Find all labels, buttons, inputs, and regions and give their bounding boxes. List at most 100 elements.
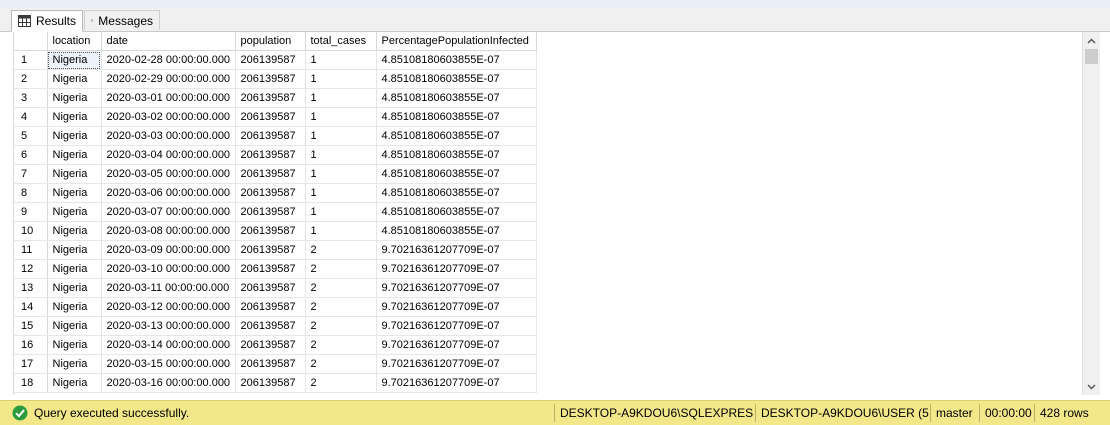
cell-total-cases[interactable]: 2 (305, 335, 377, 355)
table-row[interactable]: 13 Nigeria 2020-03-11 00:00:00.000 20613958… (14, 278, 537, 298)
cell-date[interactable]: 2020-03-09 00:00:00.000 (101, 240, 236, 260)
row-number[interactable]: 3 (14, 88, 48, 108)
cell-total-cases[interactable]: 1 (305, 202, 377, 222)
cell-date[interactable]: 2020-03-03 00:00:00.000 (101, 126, 236, 146)
cell-location[interactable]: Nigeria (47, 107, 102, 127)
cell-population[interactable]: 206139587 (235, 297, 306, 317)
row-number[interactable]: 9 (14, 202, 48, 222)
cell-population[interactable]: 206139587 (235, 316, 306, 336)
vertical-scrollbar[interactable] (1082, 32, 1100, 395)
cell-population[interactable]: 206139587 (235, 221, 306, 241)
table-row[interactable]: 4 Nigeria 2020-03-02 00:00:00.000 206139587… (14, 107, 537, 127)
cell-population[interactable]: 206139587 (235, 354, 306, 374)
cell-population[interactable]: 206139587 (235, 183, 306, 203)
cell-percentage[interactable]: 9.70216361207709E-07 (376, 354, 537, 374)
cell-percentage[interactable]: 4.85108180603855E-07 (376, 164, 537, 184)
cell-population[interactable]: 206139587 (235, 145, 306, 165)
row-number[interactable]: 15 (14, 316, 48, 336)
cell-total-cases[interactable]: 2 (305, 240, 377, 260)
cell-percentage[interactable]: 4.85108180603855E-07 (376, 107, 537, 127)
row-number[interactable]: 11 (14, 240, 48, 260)
cell-date[interactable]: 2020-02-29 00:00:00.000 (101, 69, 236, 89)
cell-total-cases[interactable]: 1 (305, 126, 377, 146)
cell-date[interactable]: 2020-03-08 00:00:00.000 (101, 221, 236, 241)
cell-percentage[interactable]: 9.70216361207709E-07 (376, 335, 537, 355)
cell-total-cases[interactable]: 2 (305, 297, 377, 317)
cell-location[interactable]: Nigeria (47, 373, 102, 393)
table-row[interactable]: 15 Nigeria 2020-03-13 00:00:00.000 20613958… (14, 316, 537, 336)
column-header-percentage[interactable]: PercentagePopulationInfected (376, 32, 537, 51)
cell-location[interactable]: Nigeria (47, 278, 102, 298)
table-row[interactable]: 5 Nigeria 2020-03-03 00:00:00.000 206139587… (14, 126, 537, 146)
cell-population[interactable]: 206139587 (235, 240, 306, 260)
scrollbar-thumb[interactable] (1085, 49, 1098, 64)
cell-total-cases[interactable]: 1 (305, 183, 377, 203)
cell-percentage[interactable]: 4.85108180603855E-07 (376, 183, 537, 203)
table-row[interactable]: 17 Nigeria 2020-03-15 00:00:00.000 20613958… (14, 354, 537, 374)
cell-date[interactable]: 2020-03-13 00:00:00.000 (101, 316, 236, 336)
row-number[interactable]: 5 (14, 126, 48, 146)
table-row[interactable]: 14 Nigeria 2020-03-12 00:00:00.000 20613958… (14, 297, 537, 317)
results-grid[interactable]: location date population total_cases Per… (13, 32, 1083, 395)
cell-total-cases[interactable]: 1 (305, 145, 377, 165)
cell-total-cases[interactable]: 2 (305, 278, 377, 298)
table-row[interactable]: 10 Nigeria 2020-03-08 00:00:00.000 20613958… (14, 221, 537, 241)
cell-location[interactable]: Nigeria (47, 240, 102, 260)
cell-location[interactable]: Nigeria (47, 145, 102, 165)
cell-date[interactable]: 2020-03-11 00:00:00.000 (101, 278, 236, 298)
table-row[interactable]: 1 Nigeria 2020-02-28 00:00:00.000 206139587… (14, 50, 537, 70)
cell-location[interactable]: Nigeria (47, 126, 102, 146)
cell-population[interactable]: 206139587 (235, 50, 306, 70)
cell-percentage[interactable]: 9.70216361207709E-07 (376, 297, 537, 317)
cell-total-cases[interactable]: 1 (305, 50, 377, 70)
row-number[interactable]: 17 (14, 354, 48, 374)
cell-population[interactable]: 206139587 (235, 335, 306, 355)
cell-location[interactable]: Nigeria (47, 316, 102, 336)
cell-percentage[interactable]: 9.70216361207709E-07 (376, 278, 537, 298)
cell-population[interactable]: 206139587 (235, 278, 306, 298)
cell-date[interactable]: 2020-03-04 00:00:00.000 (101, 145, 236, 165)
row-number[interactable]: 14 (14, 297, 48, 317)
row-number[interactable]: 7 (14, 164, 48, 184)
cell-total-cases[interactable]: 1 (305, 107, 377, 127)
table-row[interactable]: 16 Nigeria 2020-03-14 00:00:00.000 20613958… (14, 335, 537, 355)
cell-percentage[interactable]: 9.70216361207709E-07 (376, 240, 537, 260)
row-number-header[interactable] (14, 32, 48, 51)
cell-percentage[interactable]: 4.85108180603855E-07 (376, 50, 537, 70)
cell-date[interactable]: 2020-03-16 00:00:00.000 (101, 373, 236, 393)
table-row[interactable]: 11 Nigeria 2020-03-09 00:00:00.000 20613958… (14, 240, 537, 260)
row-number[interactable]: 16 (14, 335, 48, 355)
cell-total-cases[interactable]: 1 (305, 69, 377, 89)
cell-population[interactable]: 206139587 (235, 69, 306, 89)
row-number[interactable]: 13 (14, 278, 48, 298)
row-number[interactable]: 1 (14, 50, 48, 70)
cell-percentage[interactable]: 9.70216361207709E-07 (376, 316, 537, 336)
cell-total-cases[interactable]: 2 (305, 259, 377, 279)
cell-population[interactable]: 206139587 (235, 373, 306, 393)
cell-date[interactable]: 2020-03-10 00:00:00.000 (101, 259, 236, 279)
cell-percentage[interactable]: 9.70216361207709E-07 (376, 373, 537, 393)
table-row[interactable]: 3 Nigeria 2020-03-01 00:00:00.000 206139587… (14, 88, 537, 108)
row-number[interactable]: 2 (14, 69, 48, 89)
column-header-population[interactable]: population (235, 32, 306, 51)
table-row[interactable]: 6 Nigeria 2020-03-04 00:00:00.000 206139587… (14, 145, 537, 165)
cell-population[interactable]: 206139587 (235, 88, 306, 108)
cell-location[interactable]: Nigeria (47, 50, 102, 70)
cell-location[interactable]: Nigeria (47, 183, 102, 203)
cell-population[interactable]: 206139587 (235, 202, 306, 222)
cell-total-cases[interactable]: 1 (305, 164, 377, 184)
row-number[interactable]: 18 (14, 373, 48, 393)
cell-percentage[interactable]: 4.85108180603855E-07 (376, 69, 537, 89)
tab-results[interactable]: Results (11, 10, 83, 32)
table-row[interactable]: 9 Nigeria 2020-03-07 00:00:00.000 206139587… (14, 202, 537, 222)
cell-percentage[interactable]: 4.85108180603855E-07 (376, 221, 537, 241)
cell-date[interactable]: 2020-03-07 00:00:00.000 (101, 202, 236, 222)
row-number[interactable]: 6 (14, 145, 48, 165)
cell-percentage[interactable]: 4.85108180603855E-07 (376, 202, 537, 222)
cell-location[interactable]: Nigeria (47, 259, 102, 279)
cell-population[interactable]: 206139587 (235, 164, 306, 184)
cell-population[interactable]: 206139587 (235, 259, 306, 279)
column-header-date[interactable]: date (101, 32, 236, 51)
tab-messages[interactable]: Messages (84, 10, 160, 30)
row-number[interactable]: 4 (14, 107, 48, 127)
